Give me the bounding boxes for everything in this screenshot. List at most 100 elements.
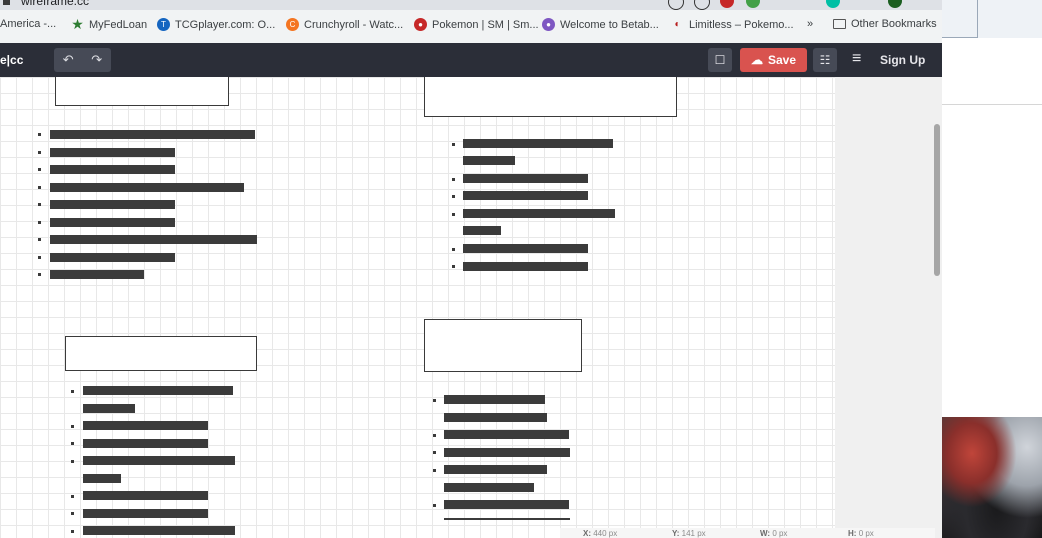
text-placeholder <box>463 139 613 148</box>
bullet <box>71 512 74 515</box>
bullet <box>38 238 41 241</box>
bookmark-item[interactable]: C Crunchyroll - Watc... <box>286 18 403 31</box>
text-placeholder <box>50 183 244 192</box>
bullet <box>38 273 41 276</box>
bookmark-label: Welcome to Betab... <box>560 18 659 31</box>
bookmark-item[interactable]: ★ MyFedLoan <box>71 16 147 32</box>
wireframe-box[interactable] <box>55 77 229 106</box>
extension-icon[interactable] <box>668 0 684 10</box>
properties-panel <box>835 77 942 538</box>
extension-icon[interactable] <box>694 0 710 10</box>
undo-redo-group: ↶ ↷ <box>54 48 111 72</box>
chevron-double-right-icon: » <box>807 18 814 30</box>
app-logo[interactable]: e|cc <box>0 53 23 67</box>
extension-icon[interactable] <box>720 0 734 8</box>
bullet <box>452 265 455 268</box>
settings-button[interactable]: ☷ <box>813 48 837 72</box>
sign-up-link[interactable]: Sign Up <box>880 53 925 67</box>
bookmark-label: Pokemon | SM | Sm... <box>432 18 539 31</box>
text-placeholder <box>463 191 588 200</box>
text-placeholder <box>83 456 235 465</box>
save-button[interactable]: ☁ Save <box>740 48 807 72</box>
bookmark-label: Crunchyroll - Watc... <box>304 18 404 31</box>
text-placeholder <box>83 421 208 430</box>
bullet <box>38 133 41 136</box>
extension-icon[interactable] <box>746 0 760 8</box>
text-placeholder <box>83 474 121 483</box>
bullet <box>433 469 436 472</box>
bookmark-item[interactable]: ◐ Limitless – Pokemo... <box>671 18 793 31</box>
wireframe-canvas[interactable] <box>0 77 835 538</box>
scrollbar[interactable] <box>934 124 940 276</box>
text-placeholder <box>463 262 588 271</box>
text-placeholder <box>83 491 208 500</box>
wireframe-box[interactable] <box>424 319 582 372</box>
bullet <box>433 434 436 437</box>
bullet <box>38 203 41 206</box>
bullet <box>38 221 41 224</box>
text-placeholder <box>444 518 570 520</box>
text-placeholder <box>444 500 569 509</box>
text-placeholder <box>463 174 588 183</box>
bookmark-item[interactable]: ● Pokemon | SM | Sm... <box>414 18 539 31</box>
bookmark-label: America -... <box>0 18 57 30</box>
bullet <box>38 168 41 171</box>
bullet <box>433 399 436 402</box>
star-icon: ★ <box>71 16 84 32</box>
text-placeholder <box>444 395 545 404</box>
tab-strip: wireframe.cc <box>0 0 942 10</box>
height-readout: H: 0 px <box>848 529 874 538</box>
save-label: Save <box>767 53 797 67</box>
app-toolbar: e|cc ↶ ↷ ☐ ☁ Save ☷ ≡ Sign Up <box>0 43 942 77</box>
betaball-icon: ● <box>542 18 555 31</box>
profile-avatar[interactable] <box>888 0 902 8</box>
redo-icon[interactable]: ↷ <box>91 52 102 68</box>
bookmark-item[interactable]: T TCGplayer.com: O... <box>157 18 275 31</box>
bullet <box>71 442 74 445</box>
divider <box>942 104 1042 105</box>
text-placeholder <box>463 226 501 235</box>
text-placeholder <box>50 148 175 157</box>
limitless-icon: ◐ <box>674 19 681 30</box>
bookmark-label: TCGplayer.com: O... <box>175 18 276 31</box>
text-placeholder <box>444 465 547 474</box>
bullet <box>38 186 41 189</box>
wireframe-box[interactable] <box>65 336 257 371</box>
other-bookmarks-folder[interactable]: Other Bookmarks <box>833 18 937 30</box>
bookmarks-overflow-button[interactable]: » <box>807 18 813 30</box>
bullet <box>452 178 455 181</box>
text-placeholder <box>463 209 615 218</box>
text-placeholder <box>444 483 534 492</box>
tab-title[interactable]: wireframe.cc <box>21 0 89 8</box>
text-placeholder <box>83 509 208 518</box>
width-readout: W: 0 px <box>760 529 788 538</box>
text-placeholder <box>463 156 515 165</box>
bullet <box>433 451 436 454</box>
text-placeholder <box>50 200 175 209</box>
menu-icon[interactable]: ≡ <box>852 50 861 68</box>
bookmark-item[interactable]: America -... <box>0 18 56 30</box>
bullet <box>71 460 74 463</box>
comment-button[interactable]: ☐ <box>708 48 732 72</box>
coordinates-bar: X: 440 px Y: 141 px W: 0 px H: 0 px <box>560 528 935 538</box>
grammarly-icon[interactable] <box>826 0 840 8</box>
y-readout: Y: 141 px <box>672 529 706 538</box>
undo-icon[interactable]: ↶ <box>63 52 74 68</box>
x-readout: X: 440 px <box>583 529 618 538</box>
text-placeholder <box>50 253 175 262</box>
bullet <box>71 495 74 498</box>
bookmark-item[interactable]: ● Welcome to Betab... <box>542 18 659 31</box>
text-placeholder <box>50 130 255 139</box>
text-placeholder <box>444 448 570 457</box>
divider <box>977 0 978 38</box>
bullet <box>452 213 455 216</box>
adjacent-window <box>942 0 1042 538</box>
adjacent-window-header <box>942 0 1042 38</box>
comment-icon: ☐ <box>714 53 726 67</box>
wireframe-box[interactable] <box>424 77 677 117</box>
tcgplayer-icon: T <box>157 18 170 31</box>
crunchyroll-icon: C <box>286 18 299 31</box>
other-bookmarks-label: Other Bookmarks <box>851 18 937 30</box>
bullet <box>452 143 455 146</box>
divider <box>942 37 978 38</box>
